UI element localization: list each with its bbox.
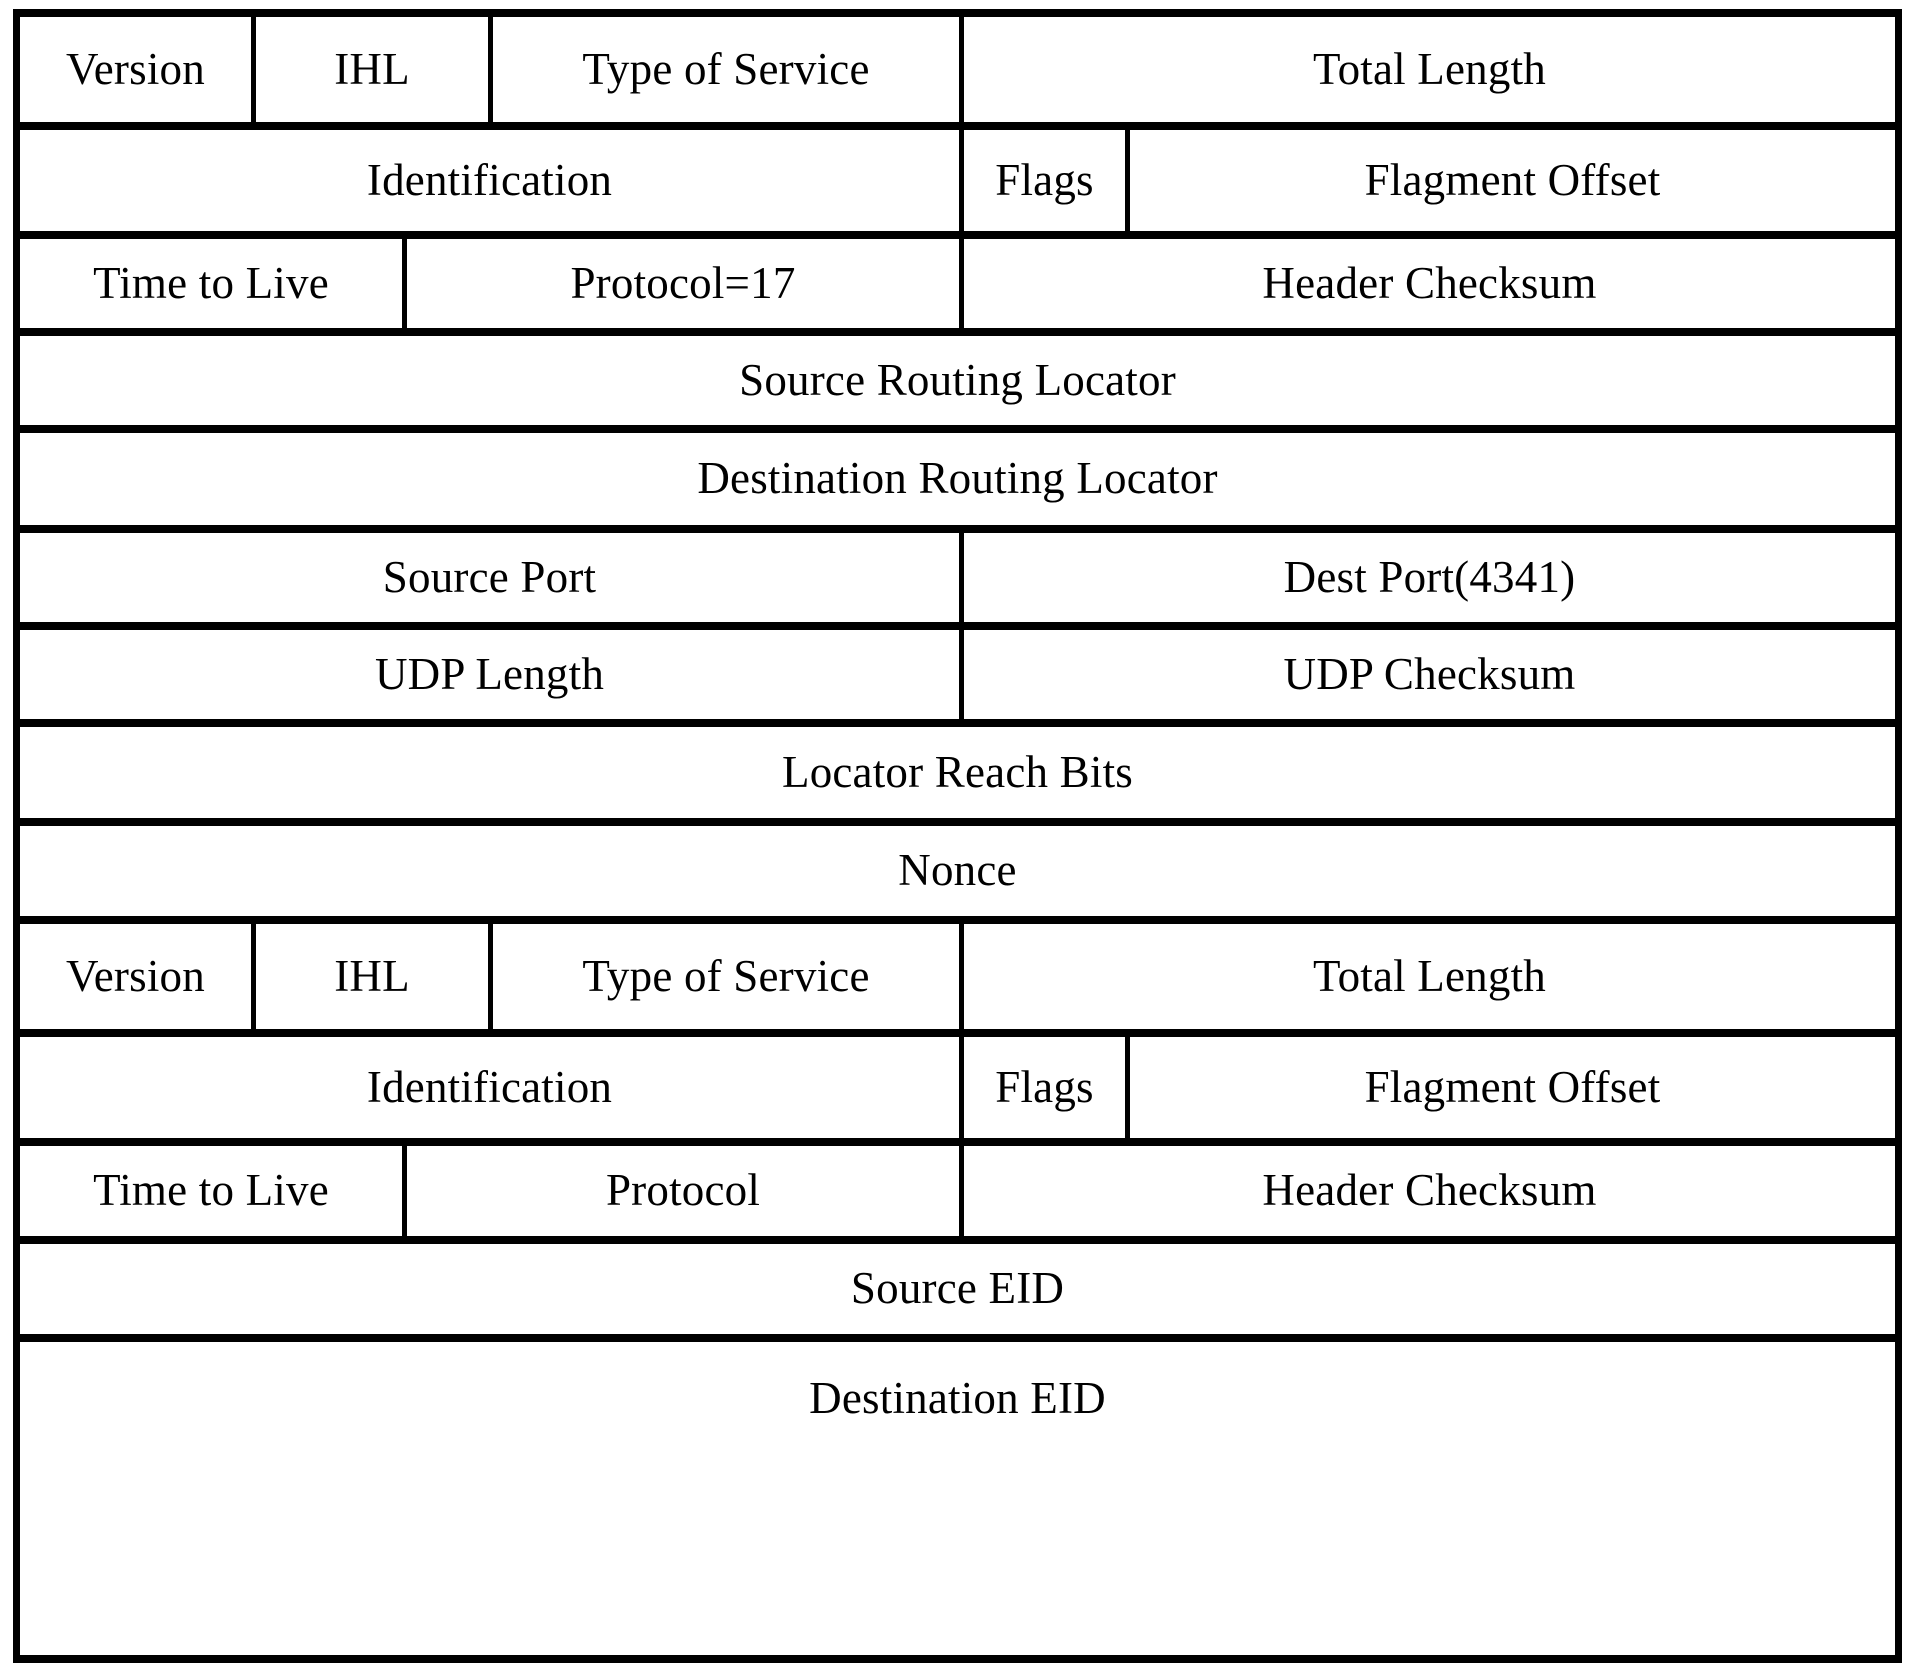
field-source-routing-locator: Source Routing Locator (739, 354, 1176, 405)
lisp-header-block: Locator Reach Bits Nonce (20, 727, 1895, 924)
field-identification-inner: Identification (20, 1037, 964, 1138)
field-source-port: Source Port (20, 533, 964, 622)
field-total-length-outer: Total Length (1313, 43, 1546, 94)
lisp-row-2: Nonce (20, 826, 1895, 924)
field-ihl-outer: IHL (256, 17, 493, 122)
field-flags-inner: Flags (964, 1037, 1130, 1138)
inner-ip-row-1: Version IHL Type of Service Total Length (20, 924, 1895, 1037)
inner-ip-row-2: Identification Flags Flagment Offset (20, 1037, 1895, 1146)
field-locator-reach-bits: Locator Reach Bits (782, 746, 1133, 797)
outer-ip-row-4: Source Routing Locator (20, 336, 1895, 433)
field-flags-outer: Flags (964, 130, 1130, 231)
udp-header-block: Source Port Dest Port(4341) UDP Length U… (20, 533, 1895, 727)
field-version-outer: Version (20, 17, 256, 122)
field-protocol-outer: Protocol=17 (407, 239, 964, 328)
field-destination-eid: Destination EID (809, 1373, 1106, 1424)
inner-ip-row-3: Time to Live Protocol Header Checksum (20, 1146, 1895, 1244)
field-type-of-service-inner: Type of Service (493, 924, 964, 1029)
field-flagment-offset-inner: Flagment Offset (1364, 1061, 1661, 1112)
inner-ip-row-4: Source EID (20, 1244, 1895, 1342)
field-total-length-inner: Total Length (1313, 950, 1546, 1001)
inner-ip-row-5: Destination EID (20, 1342, 1895, 1456)
lisp-row-1: Locator Reach Bits (20, 727, 1895, 826)
field-protocol-inner: Protocol (407, 1146, 964, 1236)
field-flagment-offset-outer: Flagment Offset (1364, 154, 1661, 205)
outer-ip-row-2: Identification Flags Flagment Offset (20, 130, 1895, 239)
field-udp-checksum: UDP Checksum (1283, 648, 1576, 699)
packet-header-diagram: Version IHL Type of Service Total Length… (13, 9, 1902, 1663)
field-destination-routing-locator: Destination Routing Locator (697, 453, 1218, 504)
field-version-inner: Version (20, 924, 256, 1029)
field-udp-length: UDP Length (20, 630, 964, 719)
field-nonce: Nonce (898, 845, 1017, 896)
field-source-eid: Source EID (850, 1263, 1065, 1314)
inner-ip-header-block: Version IHL Type of Service Total Length… (20, 924, 1895, 1456)
field-time-to-live-outer: Time to Live (20, 239, 407, 328)
field-identification-outer: Identification (20, 130, 964, 231)
field-header-checksum-outer: Header Checksum (1262, 257, 1597, 308)
field-type-of-service-outer: Type of Service (493, 17, 964, 122)
field-ihl-inner: IHL (256, 924, 493, 1029)
field-dest-port: Dest Port(4341) (1283, 551, 1576, 602)
field-header-checksum-inner: Header Checksum (1262, 1165, 1597, 1216)
udp-row-2: UDP Length UDP Checksum (20, 630, 1895, 727)
outer-ip-header-block: Version IHL Type of Service Total Length… (20, 17, 1895, 533)
outer-ip-row-1: Version IHL Type of Service Total Length (20, 17, 1895, 130)
outer-ip-row-3: Time to Live Protocol=17 Header Checksum (20, 239, 1895, 336)
udp-row-1: Source Port Dest Port(4341) (20, 533, 1895, 630)
field-time-to-live-inner: Time to Live (20, 1146, 407, 1236)
outer-ip-row-5: Destination Routing Locator (20, 433, 1895, 533)
